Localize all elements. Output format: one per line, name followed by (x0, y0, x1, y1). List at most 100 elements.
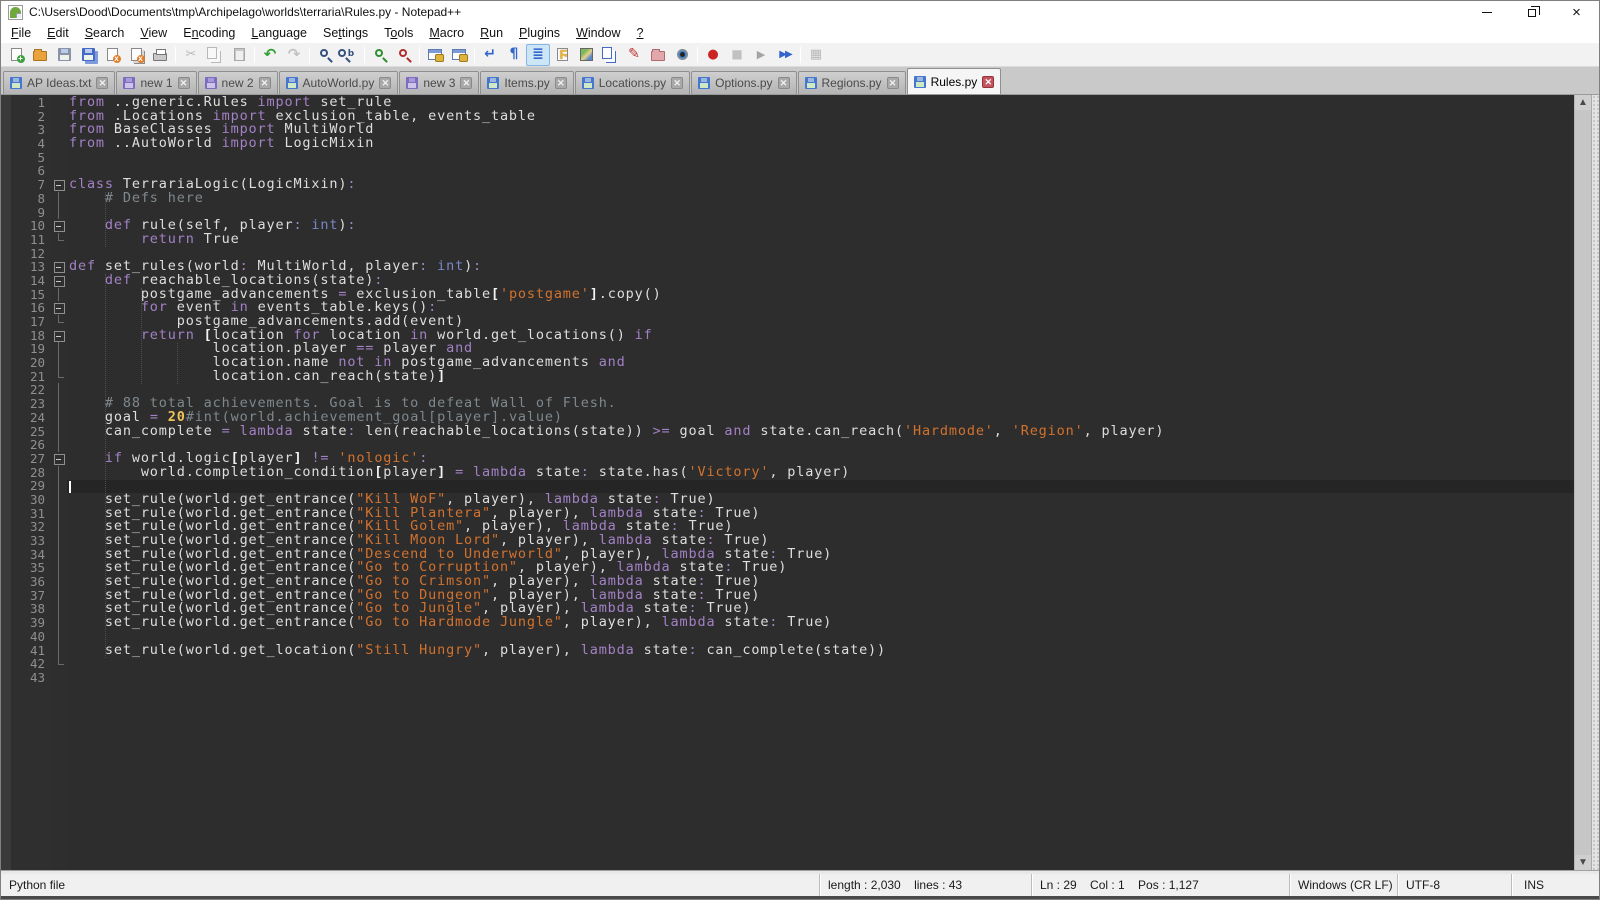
macro-stop-icon[interactable]: ■ (725, 44, 749, 66)
saved-file-icon (914, 76, 926, 88)
vertical-scrollbar[interactable]: ▲ ▼ (1574, 95, 1591, 870)
document-list-icon[interactable] (598, 44, 622, 66)
code-token: ..AutoWorld (114, 135, 222, 151)
tab-regions-py[interactable]: Regions.py✕ (798, 71, 906, 94)
tab-items-py[interactable]: Items.py✕ (480, 71, 573, 94)
code-line[interactable]: 25 can_complete = lambda state: len(reac… (1, 425, 1574, 439)
document-map-icon[interactable] (574, 44, 598, 66)
tab-locations-py[interactable]: Locations.py✕ (575, 71, 690, 94)
tab-close-icon[interactable]: ✕ (555, 77, 567, 89)
code-line[interactable]: 41 set_rule(world.get_location("Still Hu… (1, 644, 1574, 658)
code-line[interactable]: 39 set_rule(world.get_entrance("Go to Ha… (1, 616, 1574, 630)
replace-icon[interactable]: b (337, 44, 361, 66)
scrollbar-thumb[interactable] (1575, 110, 1591, 855)
tab-close-icon[interactable]: ✕ (259, 77, 271, 89)
fold-collapse-icon[interactable] (53, 219, 65, 233)
macro-save-icon[interactable]: ▦ (804, 44, 828, 66)
new-file-icon[interactable]: + (4, 44, 28, 66)
code-line[interactable]: 4from ..AutoWorld import LogicMixin (1, 137, 1574, 151)
menu-item-edit[interactable]: Edit (39, 24, 77, 42)
menu-item-language[interactable]: Language (243, 24, 315, 42)
monitoring-icon[interactable] (670, 44, 694, 66)
function-list-icon[interactable]: ✎ (622, 44, 646, 66)
menu-item-plugins[interactable]: Plugins (511, 24, 568, 42)
open-file-icon[interactable] (28, 44, 52, 66)
redo-icon[interactable]: ↷ (282, 44, 306, 66)
tab-rules-py[interactable]: Rules.py✕ (907, 68, 1002, 94)
sync-vertical-scroll-icon[interactable] (423, 44, 447, 66)
fold-collapse-icon[interactable] (53, 329, 65, 343)
menu-item-file[interactable]: File (3, 24, 39, 42)
macro-record-icon[interactable]: ● (701, 44, 725, 66)
close-icon[interactable]: x (100, 44, 124, 66)
menu-item-search[interactable]: Search (77, 24, 133, 42)
show-all-characters-icon[interactable]: ¶ (502, 44, 526, 66)
undo-icon[interactable]: ↶ (258, 44, 282, 66)
tab-close-icon[interactable]: ✕ (379, 77, 391, 89)
menu-item-macro[interactable]: Macro (421, 24, 472, 42)
user-defined-language-icon[interactable]: Ϝ (550, 44, 574, 66)
tab-close-icon[interactable]: ✕ (887, 77, 899, 89)
tab-close-icon[interactable]: ✕ (460, 77, 472, 89)
folder-as-workspace-icon[interactable] (646, 44, 670, 66)
tab-new-2[interactable]: new 2✕ (198, 71, 278, 94)
paste-icon[interactable] (227, 44, 251, 66)
copy-icon[interactable] (203, 44, 227, 66)
indent-guide-icon[interactable]: ≣ (526, 44, 550, 66)
code-line[interactable]: 28 world.completion_condition[player] = … (1, 466, 1574, 480)
sync-horizontal-scroll-icon[interactable] (447, 44, 471, 66)
menu-item-settings[interactable]: Settings (315, 24, 376, 42)
tab-options-py[interactable]: Options.py✕ (691, 71, 796, 94)
close-all-icon[interactable]: x (124, 44, 148, 66)
scroll-up-arrow-icon[interactable]: ▲ (1575, 95, 1591, 110)
menu-item-tools[interactable]: Tools (376, 24, 421, 42)
code-line[interactable]: 11 return True (1, 233, 1574, 247)
code-line[interactable]: 5 (1, 151, 1574, 165)
save-all-icon[interactable] (76, 44, 100, 66)
macro-run-multiple-icon[interactable]: ▶▶ (773, 44, 797, 66)
fold-collapse-icon[interactable] (53, 178, 65, 192)
macro-play-icon[interactable]: ▶ (749, 44, 773, 66)
code-token: and (724, 423, 760, 439)
code-editor[interactable]: 1from ..generic.Rules import set_rule2fr… (1, 95, 1574, 870)
menu-item-encoding[interactable]: Encoding (175, 24, 243, 42)
menu-item-run[interactable]: Run (472, 24, 511, 42)
cut-icon[interactable]: ✂ (179, 44, 203, 66)
code-line[interactable]: 7class TerrariaLogic(LogicMixin): (1, 178, 1574, 192)
zoom-in-icon[interactable] (368, 44, 392, 66)
window-resize-edge[interactable] (1591, 95, 1599, 870)
editor: 1from ..generic.Rules import set_rule2fr… (1, 95, 1599, 870)
menu-item-window[interactable]: Window (568, 24, 628, 42)
close-button[interactable]: × (1554, 1, 1599, 23)
fold-collapse-icon[interactable] (53, 260, 65, 274)
save-icon[interactable] (52, 44, 76, 66)
code-area[interactable]: 1from ..generic.Rules import set_rule2fr… (1, 96, 1574, 870)
tab-close-icon[interactable]: ✕ (778, 77, 790, 89)
tab-autoworld-py[interactable]: AutoWorld.py✕ (279, 71, 399, 94)
code-line[interactable]: 42 (1, 657, 1574, 671)
fold-collapse-icon[interactable] (53, 274, 65, 288)
fold-collapse-icon[interactable] (53, 301, 65, 315)
code-line[interactable]: 8 # Defs here (1, 192, 1574, 206)
scroll-down-arrow-icon[interactable]: ▼ (1575, 855, 1591, 870)
fold-line (53, 397, 65, 411)
minimize-button[interactable] (1464, 1, 1509, 23)
code-line[interactable]: 21 location.can_reach(state)] (1, 370, 1574, 384)
tab-close-icon[interactable]: ✕ (671, 77, 683, 89)
code-line[interactable]: 43 (1, 671, 1574, 685)
restore-button[interactable] (1509, 1, 1554, 23)
menu-item-[interactable]: ? (629, 24, 652, 42)
word-wrap-icon[interactable]: ↵ (478, 44, 502, 66)
tab-new-1[interactable]: new 1✕ (116, 71, 196, 94)
tab-new-3[interactable]: new 3✕ (399, 71, 479, 94)
find-icon[interactable] (313, 44, 337, 66)
code-token: , (994, 423, 1012, 439)
menu-item-view[interactable]: View (132, 24, 175, 42)
tab-close-icon[interactable]: ✕ (96, 77, 108, 89)
tab-close-icon[interactable]: ✕ (178, 77, 190, 89)
fold-collapse-icon[interactable] (53, 452, 65, 466)
tab-close-icon[interactable]: ✕ (982, 76, 994, 88)
print-icon[interactable] (148, 44, 172, 66)
tab-ap-ideas-txt[interactable]: AP Ideas.txt✕ (3, 71, 115, 94)
zoom-out-icon[interactable] (392, 44, 416, 66)
